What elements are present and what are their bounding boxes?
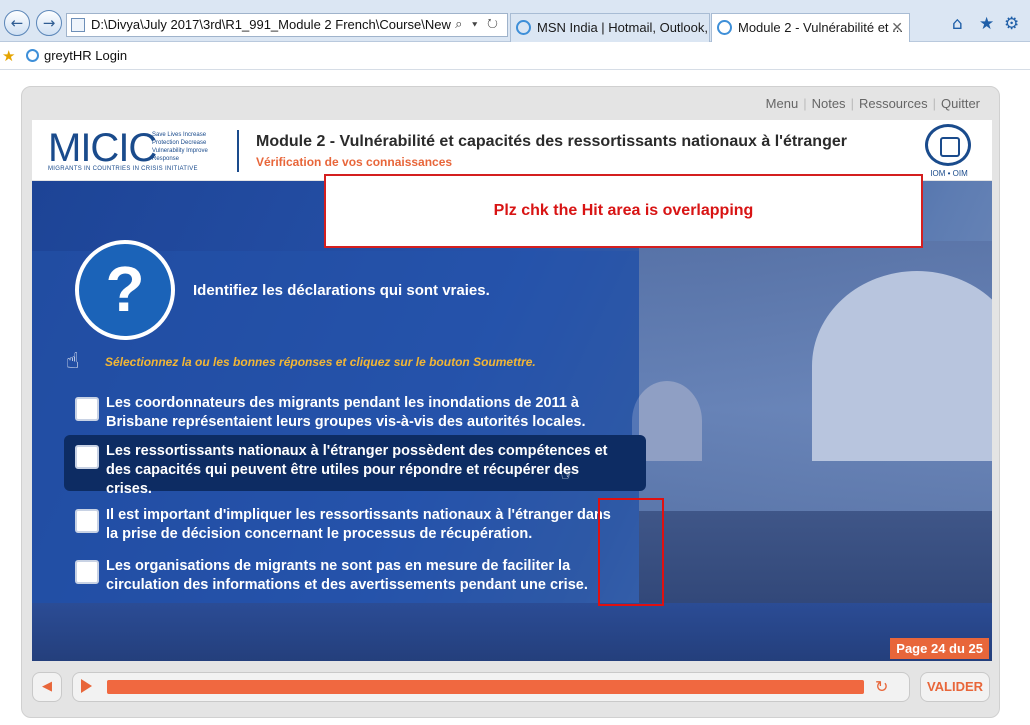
tab-module[interactable]: Module 2 - Vulnérabilité et ... ✕ (711, 13, 910, 42)
speaker-icon[interactable]: ◀ (32, 672, 62, 702)
answer-text[interactable]: Les organisations de migrants ne sont pa… (106, 557, 626, 595)
address-bar[interactable]: D:\Divya\July 2017\3rd\R1_991_Module 2 F… (66, 13, 508, 37)
favorites-star-icon[interactable]: ★ (2, 47, 15, 65)
submit-button[interactable]: VALIDER (920, 672, 990, 702)
browser-toolbar: ← → D:\Divya\July 2017\3rd\R1_991_Module… (0, 0, 1030, 42)
tab-label: Module 2 - Vulnérabilité et ... (738, 20, 903, 35)
course-header: MICIC Save Lives Increase Protection Dec… (32, 120, 992, 180)
hand-pointer-icon: ☝ (66, 349, 80, 374)
module-title: Module 2 - Vulnérabilité et capacités de… (256, 133, 847, 150)
slide-content: ? Identifiez les déclarations qui sont v… (32, 181, 992, 661)
playback-bar: ↻ (72, 672, 910, 702)
favorite-label: greytHR Login (44, 48, 128, 63)
menu-link[interactable]: Menu (761, 96, 804, 111)
logo-tagline: Save Lives Increase Protection Decrease … (152, 132, 208, 162)
ie-icon (717, 20, 732, 35)
address-url[interactable]: D:\Divya\July 2017\3rd\R1_991_Module 2 F… (91, 17, 453, 32)
answer-text[interactable]: Les ressortissants nationaux à l'étrange… (106, 442, 626, 499)
review-comment-box: Plz chk the Hit area is overlapping (324, 174, 923, 248)
address-tools[interactable]: ⌕ ▾ ↻ (455, 16, 501, 32)
micic-logo: MICIC Save Lives Increase Protection Dec… (48, 126, 218, 174)
header-divider (237, 130, 239, 172)
question-mark: ? (105, 253, 145, 325)
instruction-text: Sélectionnez la ou les bonnes réponses e… (105, 355, 536, 369)
quit-link[interactable]: Quitter (936, 96, 985, 111)
logo-subtitle: MIGRANTS IN COUNTRIES IN CRISIS INITIATI… (48, 166, 198, 172)
ie-icon (516, 20, 531, 35)
bottom-band (32, 603, 992, 661)
review-comment: Plz chk the Hit area is overlapping (493, 202, 754, 219)
logo-text: MICIC (48, 126, 157, 170)
answer-option[interactable]: Les ressortissants nationaux à l'étrange… (64, 435, 646, 497)
answer-text[interactable]: Il est important d'impliquer les ressort… (106, 506, 626, 544)
cursor-icon: ☞ (560, 465, 575, 484)
favorites-bar: ★ greytHR Login (0, 43, 1030, 70)
answer-checkbox[interactable] (75, 445, 99, 469)
tab-label: MSN India | Hotmail, Outlook, ... (537, 20, 710, 35)
home-icon[interactable]: ⌂ (952, 14, 963, 34)
forward-icon[interactable]: → (36, 10, 62, 36)
top-links: Menu | Notes | Ressources | Quitter (761, 96, 985, 111)
answer-checkbox[interactable] (75, 560, 99, 584)
progress-track[interactable] (107, 680, 864, 694)
back-icon[interactable]: ← (4, 10, 30, 36)
play-icon[interactable] (81, 679, 92, 693)
answer-checkbox[interactable] (75, 397, 99, 421)
iom-logo-text: IOM • OIM (930, 169, 968, 178)
player-controls: ◀ ↻ VALIDER (32, 672, 992, 706)
course-player: Menu | Notes | Ressources | Quitter MICIC Save… (21, 86, 1000, 718)
close-icon[interactable]: ✕ (891, 19, 903, 36)
answer-option[interactable]: Il est important d'impliquer les ressort… (64, 499, 639, 555)
answer-checkbox[interactable] (75, 509, 99, 533)
iom-logo: IOM • OIM (923, 124, 975, 180)
progress-fill (107, 680, 864, 694)
page-counter: Page 24 du 25 (890, 638, 989, 659)
answer-option[interactable]: Les organisations de migrants ne sont pa… (64, 550, 639, 606)
star-icon[interactable]: ★ (979, 14, 994, 34)
notes-link[interactable]: Notes (807, 96, 851, 111)
tab-msn[interactable]: MSN India | Hotmail, Outlook, ... (510, 13, 710, 42)
resources-link[interactable]: Ressources (854, 96, 933, 111)
answer-text[interactable]: Les coordonnateurs des migrants pendant … (106, 394, 626, 432)
page-icon (71, 18, 85, 32)
favorite-link-greythr[interactable]: greytHR Login (26, 48, 127, 63)
hit-area-marker (598, 498, 664, 606)
replay-icon[interactable]: ↻ (875, 677, 888, 696)
ie-icon (26, 49, 39, 62)
question-text: Identifiez les déclarations qui sont vra… (193, 282, 490, 299)
gear-icon[interactable]: ⚙ (1004, 14, 1019, 34)
globe-icon (925, 124, 971, 166)
module-subtitle: Vérification de vos connaissances (256, 155, 453, 169)
question-icon: ? (75, 240, 175, 340)
